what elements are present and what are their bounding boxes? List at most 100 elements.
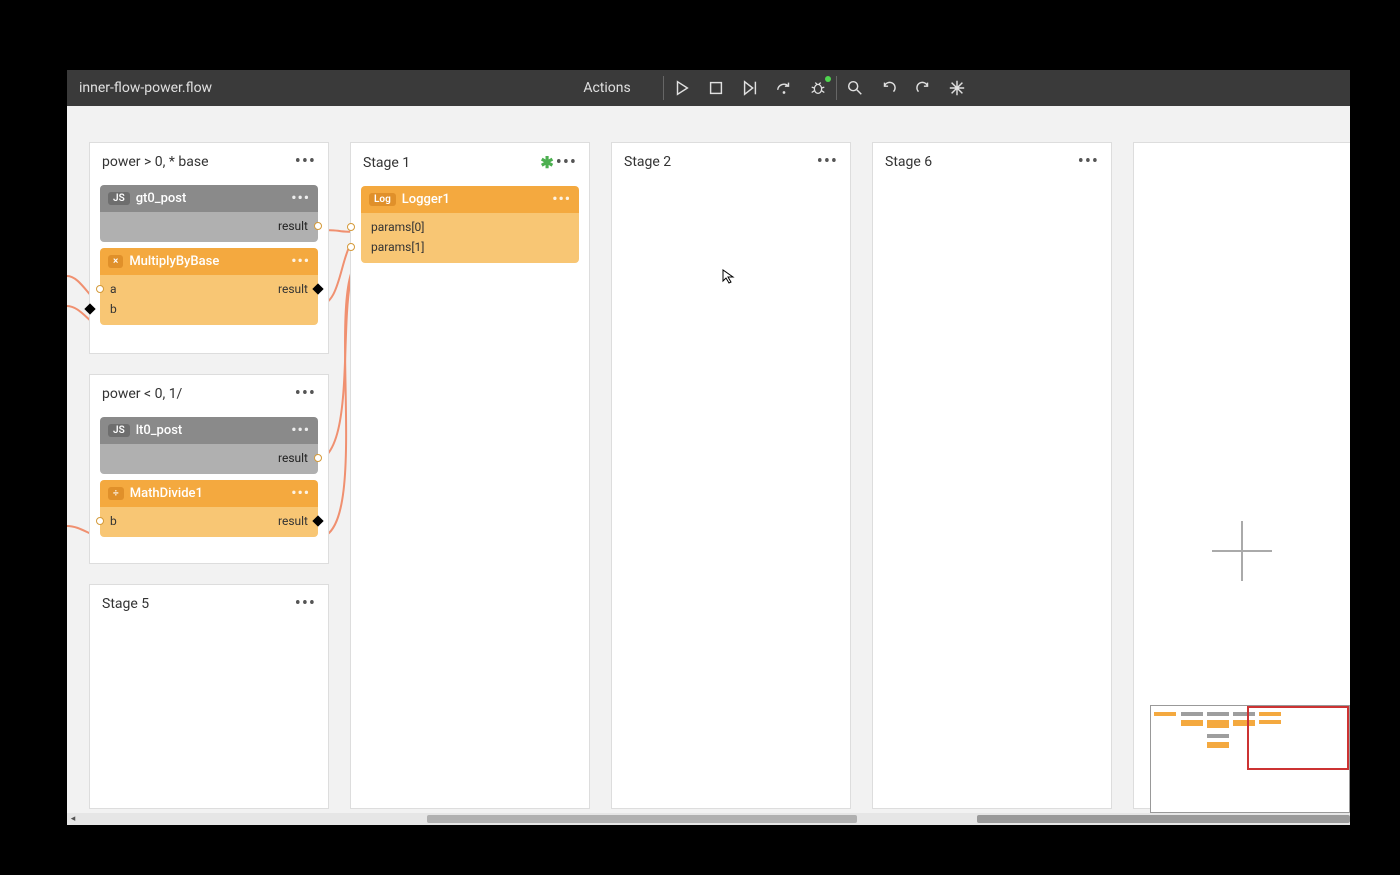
star-icon[interactable]	[947, 78, 967, 98]
stage-menu-icon[interactable]: •••	[295, 385, 316, 403]
stage-power-gt0[interactable]: power > 0, * base ••• JS gt0_post ••• re…	[89, 142, 329, 354]
port-connector-icon[interactable]	[347, 223, 355, 231]
node-type-badge: JS	[108, 424, 130, 437]
node-menu-icon[interactable]: •••	[291, 423, 310, 438]
output-port-connector-icon[interactable]	[312, 283, 323, 294]
node-header: JS lt0_post •••	[100, 417, 318, 444]
port-label: result	[278, 451, 308, 465]
minimap-node	[1207, 712, 1229, 716]
node-menu-icon[interactable]: •••	[291, 486, 310, 501]
stage-title: Stage 1	[363, 155, 540, 171]
input-port-connector-icon[interactable]	[96, 517, 104, 525]
add-stage-button[interactable]	[1207, 516, 1277, 586]
port-label: params[1]	[371, 240, 424, 254]
minimap-node	[1154, 712, 1176, 716]
node-type-badge: JS	[108, 192, 130, 205]
stage-5[interactable]: Stage 5 •••	[89, 584, 329, 809]
horizontal-scrollbar[interactable]: ◂	[67, 813, 1350, 825]
play-icon[interactable]	[672, 78, 692, 98]
node-type-badge: ÷	[108, 487, 124, 500]
actions-label-text: Actions	[583, 80, 630, 96]
stage-header: Stage 2 •••	[612, 143, 850, 179]
input-port-params0[interactable]: params[0]	[361, 217, 579, 237]
stage-header: Stage 6 •••	[873, 143, 1111, 179]
node-name: Logger1	[402, 192, 547, 207]
stage-6[interactable]: Stage 6 •••	[872, 142, 1112, 809]
node-type-badge: Log	[369, 193, 396, 206]
output-port-result[interactable]: result	[100, 448, 318, 468]
stop-icon[interactable]	[706, 78, 726, 98]
stage-menu-icon[interactable]: •••	[295, 595, 316, 613]
stage-power-lt0[interactable]: power < 0, 1/ ••• JS lt0_post ••• result	[89, 374, 329, 564]
port-label-b: b	[110, 514, 117, 528]
port-row-a-result: a result	[100, 279, 318, 299]
stage-header: Stage 5 •••	[90, 585, 328, 621]
node-name: lt0_post	[136, 423, 286, 438]
port-label: result	[278, 219, 308, 233]
scroll-left-icon[interactable]: ◂	[67, 813, 79, 825]
stage-2[interactable]: Stage 2 •••	[611, 142, 851, 809]
node-name: MultiplyByBase	[129, 254, 285, 269]
port-label-result: result	[278, 282, 308, 296]
minimap[interactable]	[1150, 705, 1350, 813]
redo-icon[interactable]	[913, 78, 933, 98]
plus-icon	[1207, 516, 1277, 586]
node-header: JS gt0_post •••	[100, 185, 318, 212]
minimap-node	[1181, 712, 1203, 716]
stage-header: power > 0, * base •••	[90, 143, 328, 179]
step-icon[interactable]	[740, 78, 760, 98]
toolbar-separator-2	[836, 76, 837, 100]
node-lt0-post[interactable]: JS lt0_post ••• result	[100, 417, 318, 474]
port-label-a: a	[110, 282, 117, 296]
node-name: MathDivide1	[130, 486, 286, 501]
stage-title: power < 0, 1/	[102, 386, 295, 402]
scroll-thumb-secondary[interactable]	[977, 815, 1350, 823]
minimap-node	[1207, 720, 1229, 728]
search-icon[interactable]	[845, 78, 865, 98]
step-over-icon[interactable]	[774, 78, 794, 98]
node-type-badge: ×	[108, 255, 123, 268]
node-gt0-post[interactable]: JS gt0_post ••• result	[100, 185, 318, 242]
minimap-node	[1181, 720, 1203, 726]
canvas[interactable]: power > 0, * base ••• JS gt0_post ••• re…	[67, 106, 1350, 825]
input-port-params1[interactable]: params[1]	[361, 237, 579, 257]
stage-1[interactable]: Stage 1 ✱ ••• Log Logger1 ••• params[0]	[350, 142, 590, 809]
stage-header: Stage 1 ✱ •••	[351, 143, 589, 180]
port-label-result: result	[278, 514, 308, 528]
stage-menu-icon[interactable]: •••	[817, 153, 838, 171]
node-math-divide[interactable]: ÷ MathDivide1 ••• b result	[100, 480, 318, 537]
port-connector-icon[interactable]	[347, 243, 355, 251]
port-connector-icon[interactable]	[84, 303, 95, 314]
breakpoint-star-icon[interactable]: ✱	[540, 153, 553, 172]
undo-icon[interactable]	[879, 78, 899, 98]
debug-active-indicator	[825, 76, 831, 82]
scroll-thumb[interactable]	[427, 815, 857, 823]
node-menu-icon[interactable]: •••	[291, 254, 310, 269]
output-port-result[interactable]: result	[100, 216, 318, 236]
actions-menu[interactable]: Actions	[583, 80, 634, 96]
input-port-connector-icon[interactable]	[96, 285, 104, 293]
port-connector-icon[interactable]	[314, 454, 322, 462]
minimap-viewport[interactable]	[1247, 706, 1349, 770]
stage-title: Stage 6	[885, 154, 1078, 170]
input-port-b[interactable]: b	[100, 299, 318, 319]
app-frame: inner-flow-power.flow Actions	[67, 70, 1350, 825]
stage-menu-icon[interactable]: •••	[1078, 153, 1099, 171]
node-menu-icon[interactable]: •••	[291, 191, 310, 206]
port-label: b	[110, 302, 117, 316]
stage-title: power > 0, * base	[102, 154, 295, 170]
minimap-node	[1207, 742, 1229, 748]
port-connector-icon[interactable]	[314, 222, 322, 230]
output-port-connector-icon[interactable]	[312, 515, 323, 526]
node-menu-icon[interactable]: •••	[552, 192, 571, 207]
toolbar: inner-flow-power.flow Actions	[67, 70, 1350, 106]
stage-menu-icon[interactable]: •••	[556, 154, 577, 172]
node-logger[interactable]: Log Logger1 ••• params[0] params[1]	[361, 186, 579, 263]
debug-icon[interactable]	[808, 78, 828, 98]
port-row-b-result: b result	[100, 511, 318, 531]
node-multiply-by-base[interactable]: × MultiplyByBase ••• a result	[100, 248, 318, 325]
minimap-node	[1207, 734, 1229, 738]
stage-menu-icon[interactable]: •••	[295, 153, 316, 171]
node-name: gt0_post	[136, 191, 286, 206]
file-title: inner-flow-power.flow	[79, 80, 212, 96]
